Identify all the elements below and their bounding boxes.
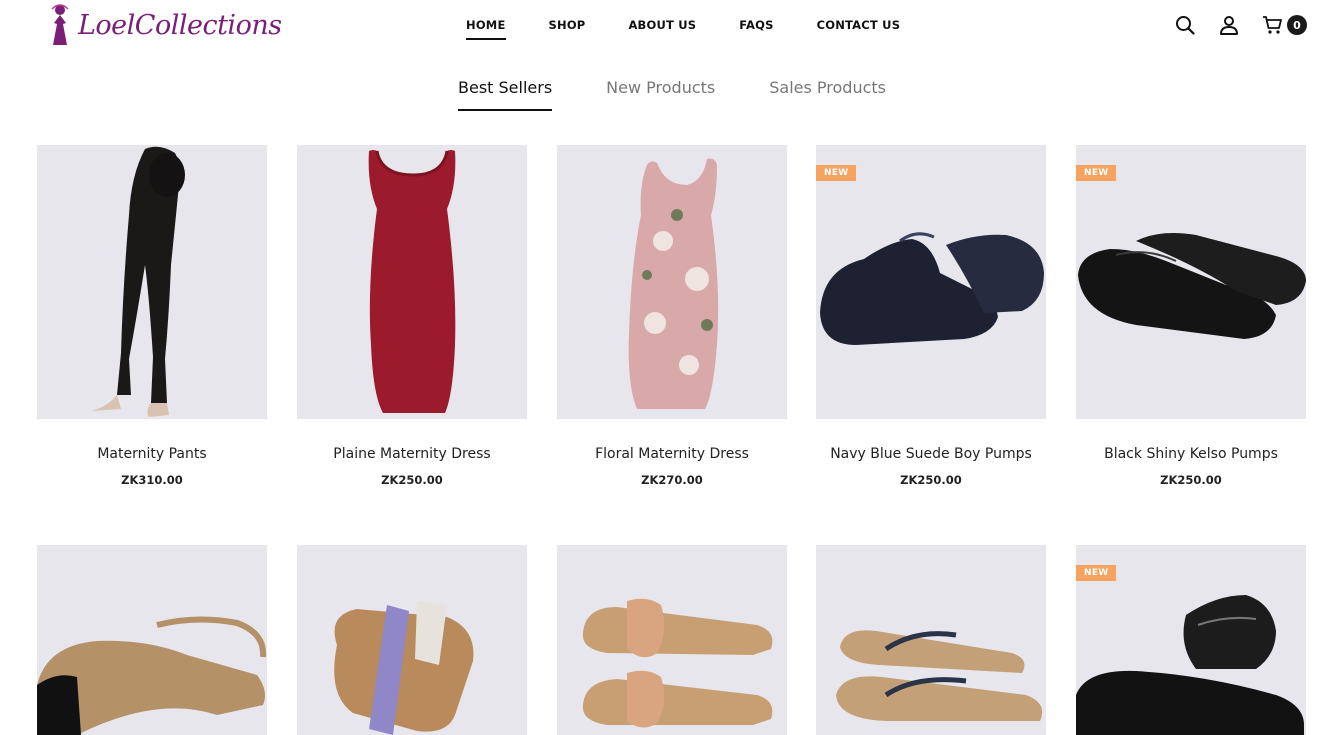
cart-icon: [1263, 16, 1282, 34]
product-card[interactable]: [816, 545, 1046, 735]
logo-figure-icon: [51, 4, 69, 45]
search-icon[interactable]: [1174, 14, 1196, 36]
site-header: LoelCollections HOME SHOP ABOUT US FAQS …: [0, 0, 1343, 52]
product-name[interactable]: Plaine Maternity Dress: [297, 446, 527, 462]
product-price: ZK270.00: [641, 473, 703, 487]
cart-count-badge: 0: [1287, 15, 1307, 35]
brand-name: LoelCollections: [78, 9, 282, 41]
brand-logo[interactable]: LoelCollections: [48, 3, 282, 47]
product-card[interactable]: Plaine Maternity Dress ZK250.00: [297, 145, 527, 487]
nav-home[interactable]: HOME: [466, 18, 506, 40]
product-card[interactable]: Floral Maternity Dress ZK270.00: [557, 145, 787, 487]
product-price: ZK250.00: [1160, 473, 1222, 487]
product-card[interactable]: [557, 545, 787, 735]
user-icon[interactable]: [1218, 14, 1240, 36]
product-image[interactable]: [557, 545, 787, 735]
product-name[interactable]: Floral Maternity Dress: [557, 446, 787, 462]
tab-sales-products[interactable]: Sales Products: [769, 78, 886, 111]
product-card[interactable]: NEW Navy Blue Suede Boy Pumps ZK250.00: [816, 145, 1046, 487]
product-image[interactable]: [37, 545, 267, 735]
nav-shop[interactable]: SHOP: [549, 18, 586, 40]
nav-contact-us[interactable]: CONTACT US: [817, 18, 901, 40]
nav-about-us[interactable]: ABOUT US: [628, 18, 696, 40]
product-image[interactable]: NEW: [816, 145, 1046, 419]
product-price: ZK250.00: [381, 473, 443, 487]
product-image[interactable]: [816, 545, 1046, 735]
tab-best-sellers[interactable]: Best Sellers: [458, 78, 553, 111]
product-tabs: Best Sellers New Products Sales Products: [458, 78, 940, 111]
cart-button[interactable]: 0: [1262, 15, 1307, 35]
main-nav: HOME SHOP ABOUT US FAQS CONTACT US: [466, 18, 943, 40]
product-image[interactable]: [557, 145, 787, 419]
product-price: ZK250.00: [900, 473, 962, 487]
product-image[interactable]: NEW: [1076, 145, 1306, 419]
product-image[interactable]: [297, 545, 527, 735]
product-image[interactable]: [37, 145, 267, 419]
product-name[interactable]: Maternity Pants: [37, 446, 267, 462]
product-card[interactable]: Maternity Pants ZK310.00: [37, 145, 267, 487]
nav-faqs[interactable]: FAQS: [739, 18, 773, 40]
header-actions: 0: [1152, 14, 1307, 36]
product-price: ZK310.00: [121, 473, 183, 487]
product-image[interactable]: [297, 145, 527, 419]
product-card[interactable]: [297, 545, 527, 735]
product-card[interactable]: NEW: [1076, 545, 1306, 735]
product-image[interactable]: NEW: [1076, 545, 1306, 735]
product-name[interactable]: Navy Blue Suede Boy Pumps: [816, 446, 1046, 462]
tab-new-products[interactable]: New Products: [606, 78, 715, 111]
product-card[interactable]: [37, 545, 267, 735]
product-name[interactable]: Black Shiny Kelso Pumps: [1076, 446, 1306, 462]
product-card[interactable]: NEW Black Shiny Kelso Pumps ZK250.00: [1076, 145, 1306, 487]
